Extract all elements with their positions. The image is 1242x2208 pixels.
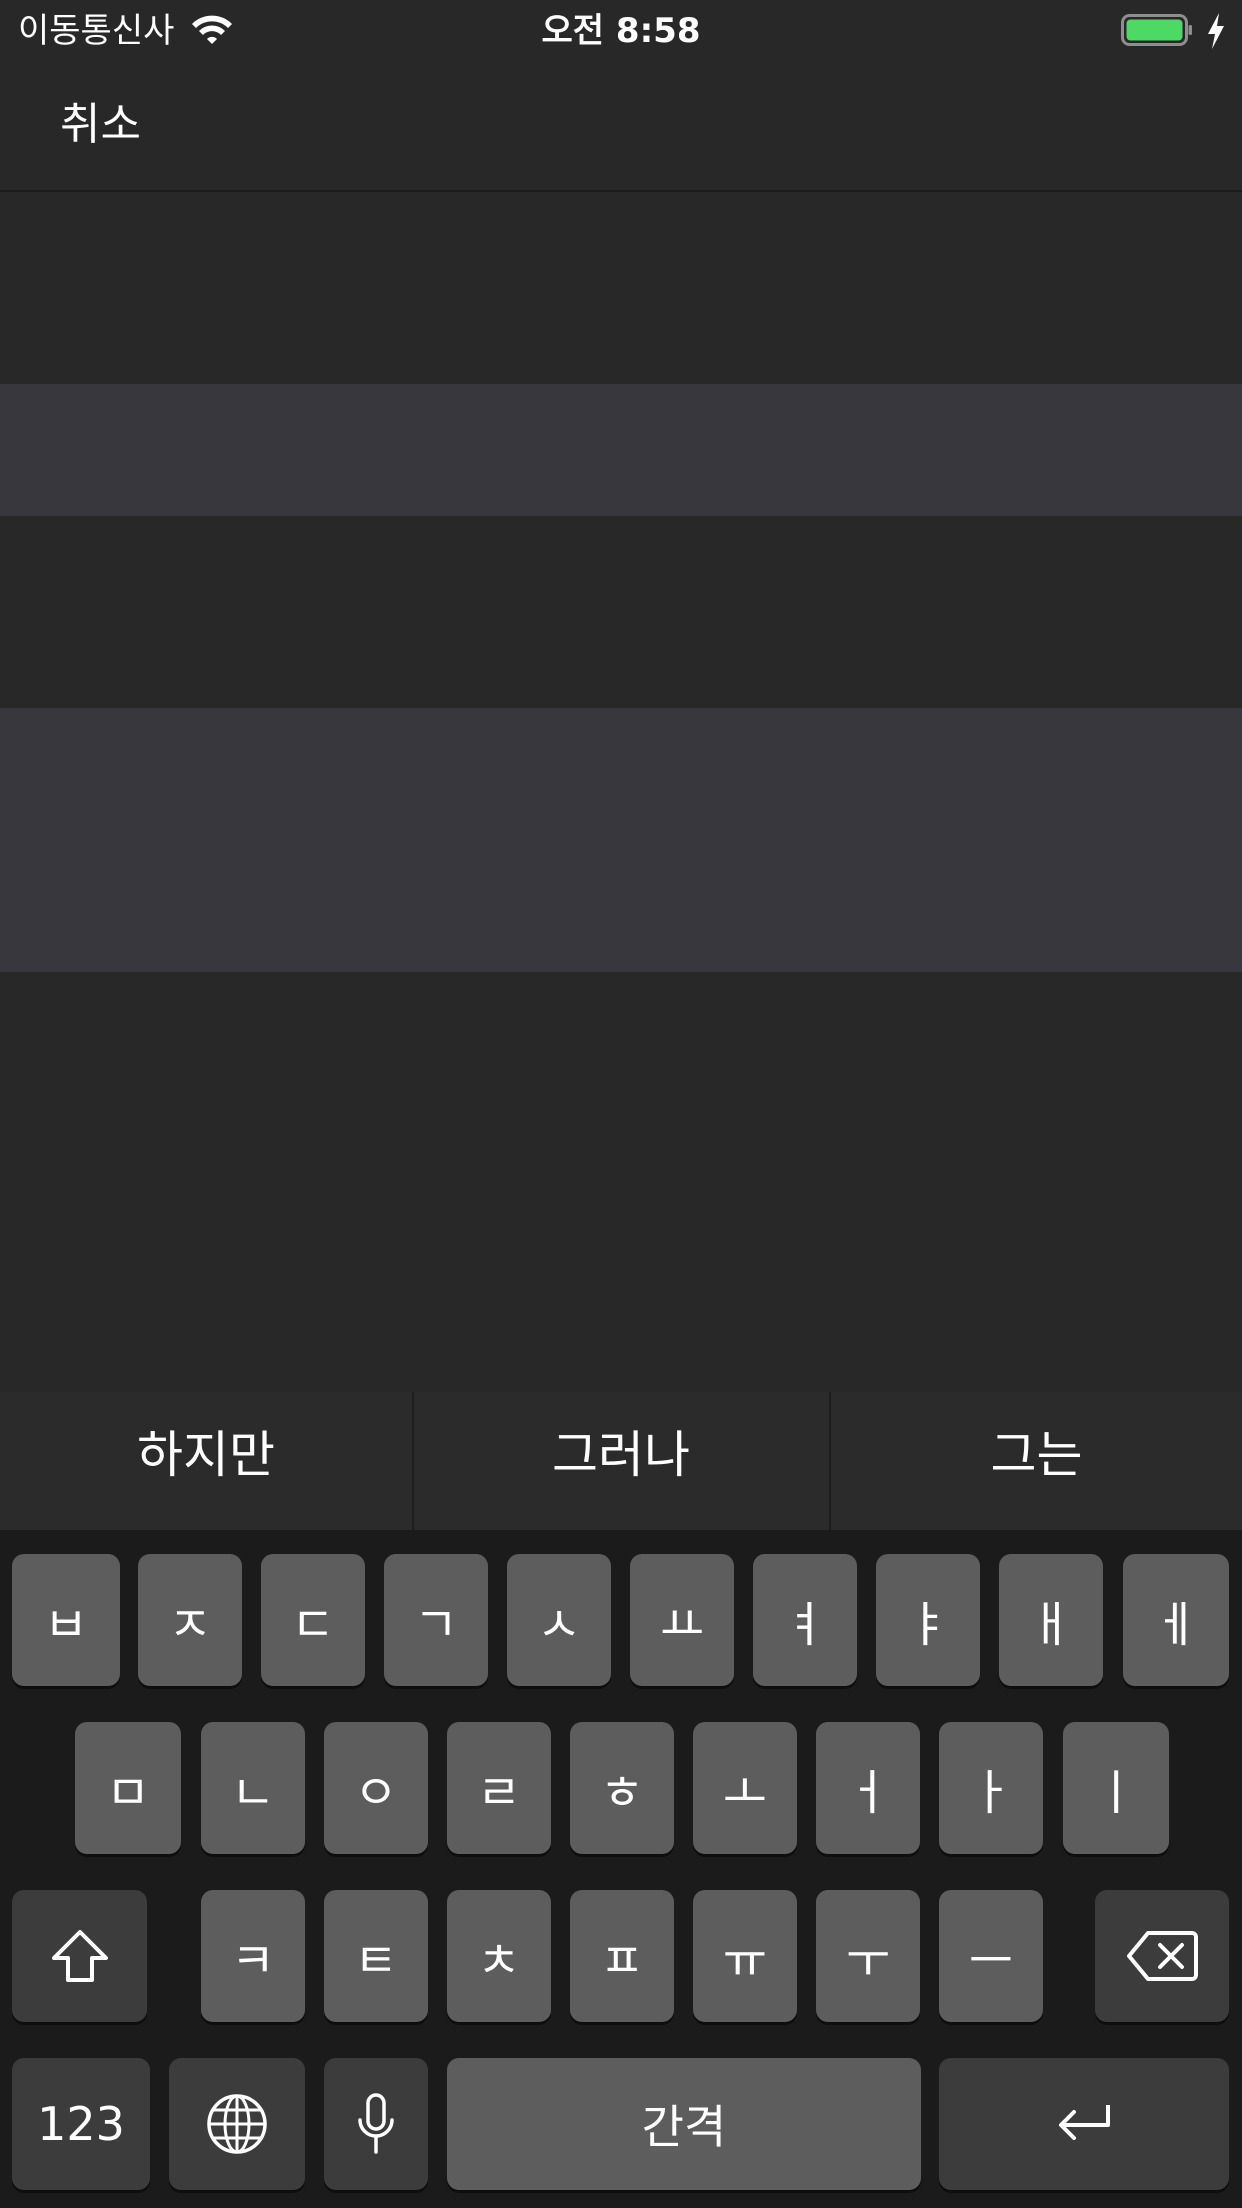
key[interactable]: ㅎ bbox=[570, 1722, 674, 1854]
keyboard: ㅂ ㅈ ㄷ ㄱ ㅅ ㅛ ㅕ ㅑ ㅐ ㅔ ㅁ ㄴ ㅇ ㄹ ㅎ ㅗ ㅓ ㅏ ㅣ ㅋ … bbox=[0, 1530, 1242, 2208]
key[interactable]: ㅂ bbox=[12, 1554, 120, 1686]
bolt-icon bbox=[1208, 13, 1224, 49]
delete-icon bbox=[1127, 1931, 1198, 1981]
text-field-row[interactable] bbox=[0, 384, 1242, 516]
key[interactable]: ㅍ bbox=[570, 1890, 674, 2022]
key[interactable]: ㄷ bbox=[261, 1554, 365, 1686]
key[interactable]: ㅋ bbox=[201, 1890, 305, 2022]
key[interactable]: ㅕ bbox=[753, 1554, 857, 1686]
key[interactable]: ㅔ bbox=[1123, 1554, 1229, 1686]
globe-icon bbox=[207, 2094, 267, 2154]
return-key[interactable] bbox=[939, 2058, 1229, 2190]
key[interactable]: ㅊ bbox=[447, 1890, 551, 2022]
space-key[interactable]: 간격 bbox=[447, 2058, 921, 2190]
key[interactable]: ㅓ bbox=[816, 1722, 920, 1854]
numbers-key[interactable]: 123 bbox=[12, 2058, 150, 2190]
return-icon bbox=[1059, 2105, 1110, 2140]
key[interactable]: ㄱ bbox=[384, 1554, 488, 1686]
battery-icon bbox=[1121, 14, 1192, 46]
key[interactable]: ㅜ bbox=[816, 1890, 920, 2022]
key[interactable]: ㅑ bbox=[876, 1554, 980, 1686]
content-section bbox=[0, 516, 1242, 708]
key[interactable]: ㄹ bbox=[447, 1722, 551, 1854]
microphone-icon bbox=[358, 2093, 394, 2154]
key[interactable]: ㅛ bbox=[630, 1554, 734, 1686]
text-area-row[interactable] bbox=[0, 708, 1242, 972]
key[interactable]: ㅗ bbox=[693, 1722, 797, 1854]
key[interactable]: ㅇ bbox=[324, 1722, 428, 1854]
key[interactable]: ㅅ bbox=[507, 1554, 611, 1686]
content-section bbox=[0, 192, 1242, 384]
globe-key[interactable] bbox=[169, 2058, 305, 2190]
key[interactable]: ㅏ bbox=[939, 1722, 1043, 1854]
content-section bbox=[0, 972, 1242, 1392]
cancel-button[interactable]: 취소 bbox=[60, 62, 141, 188]
suggestion-3[interactable]: 그는 bbox=[831, 1392, 1242, 1530]
shift-key[interactable] bbox=[12, 1890, 147, 2022]
status-bar: 이동통신사 오전 8:58 bbox=[0, 0, 1242, 62]
key[interactable]: ㅠ bbox=[693, 1890, 797, 2022]
predictive-text-bar: 하지만 그러나 그는 bbox=[0, 1392, 1242, 1530]
suggestion-1[interactable]: 하지만 bbox=[0, 1392, 412, 1530]
key[interactable]: ㅡ bbox=[939, 1890, 1043, 2022]
key[interactable]: ㄴ bbox=[201, 1722, 305, 1854]
suggestion-2[interactable]: 그러나 bbox=[414, 1392, 828, 1530]
delete-key[interactable] bbox=[1095, 1890, 1229, 2022]
key[interactable]: ㅌ bbox=[324, 1890, 428, 2022]
navigation-bar: 취소 bbox=[0, 62, 1242, 192]
key[interactable]: ㅣ bbox=[1063, 1722, 1169, 1854]
clock: 오전 8:58 bbox=[541, 11, 701, 51]
key[interactable]: ㅈ bbox=[138, 1554, 242, 1686]
dictation-key[interactable] bbox=[324, 2058, 428, 2190]
key[interactable]: ㅐ bbox=[999, 1554, 1103, 1686]
key[interactable]: ㅁ bbox=[75, 1722, 181, 1854]
shift-icon bbox=[51, 1930, 108, 1982]
